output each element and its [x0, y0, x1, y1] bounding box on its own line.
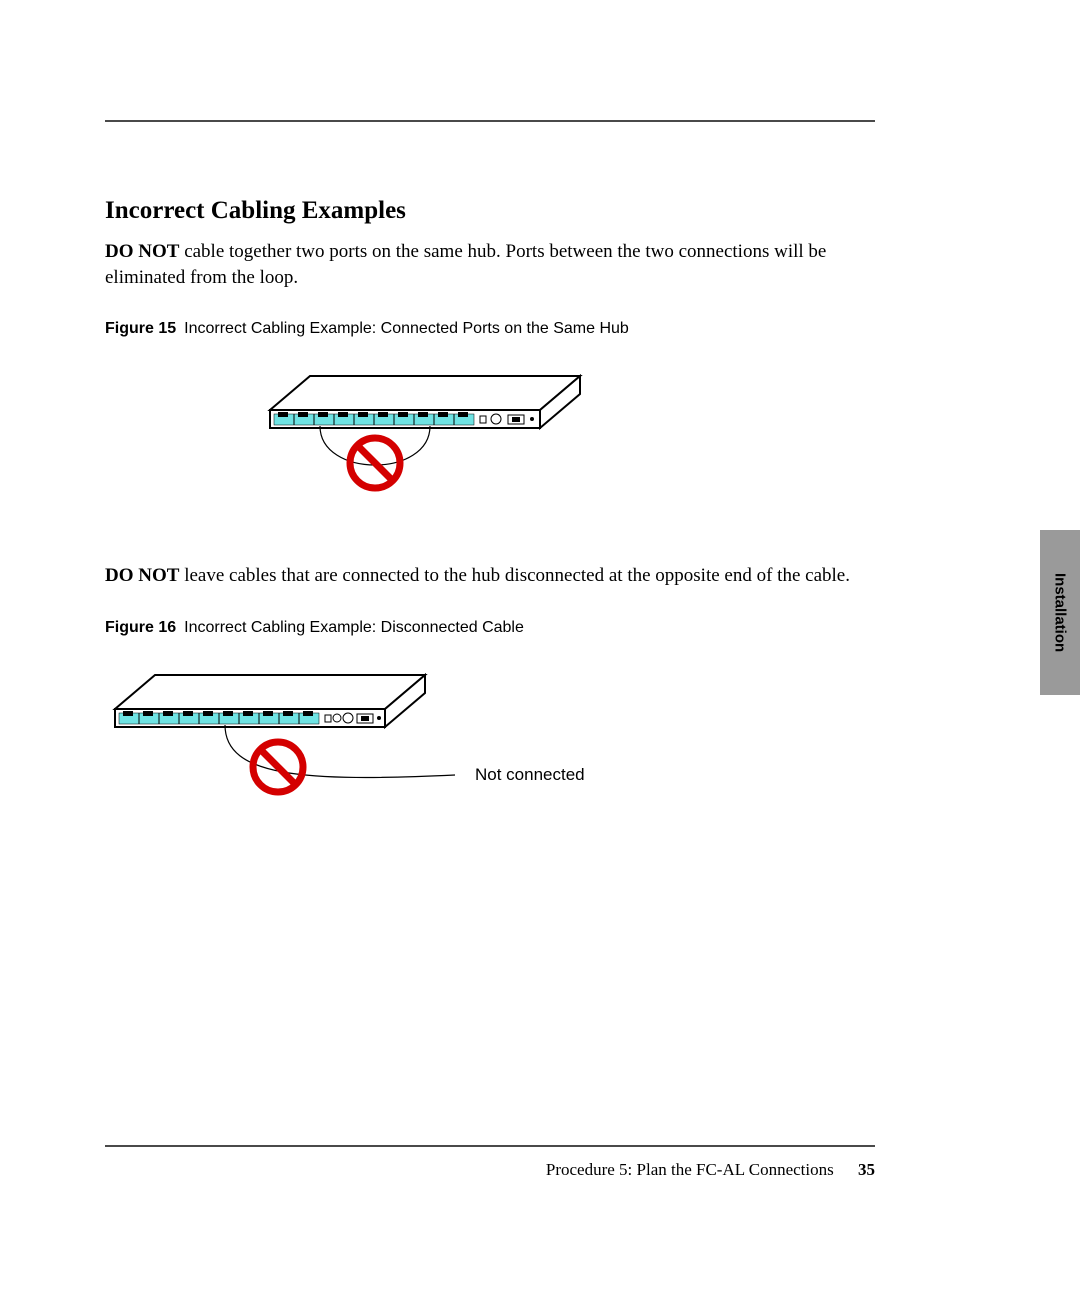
bottom-rule: [105, 1145, 875, 1147]
paragraph-2-lead: DO NOT: [105, 565, 179, 586]
page-footer: Procedure 5: Plan the FC-AL Connections …: [105, 1160, 875, 1180]
section-tab-label: Installation: [1052, 573, 1069, 652]
prohibition-icon: [253, 742, 303, 792]
figure-15-caption: Figure 15 Incorrect Cabling Example: Conn…: [105, 320, 875, 338]
paragraph-1: DO NOT cable together two ports on the s…: [105, 239, 875, 290]
paragraph-2: DO NOT leave cables that are connected t…: [105, 563, 875, 589]
figure-15-label: Figure 15: [105, 320, 176, 337]
figure-16-caption: Figure 16 Incorrect Cabling Example: Disc…: [105, 619, 875, 637]
figure-15-svg: [260, 368, 600, 508]
figure-16: Not connected: [105, 667, 875, 817]
paragraph-2-rest: leave cables that are connected to the h…: [179, 565, 850, 586]
page-content: Incorrect Cabling Examples DO NOT cable …: [105, 120, 875, 872]
footer-page-number: 35: [858, 1160, 875, 1179]
figure-15: [105, 368, 875, 508]
paragraph-1-rest: cable together two ports on the same hub…: [105, 241, 826, 288]
top-rule: [105, 120, 875, 122]
figure-16-annotation: Not connected: [475, 765, 585, 784]
figure-16-label: Figure 16: [105, 619, 176, 636]
section-heading: Incorrect Cabling Examples: [105, 197, 875, 225]
paragraph-1-lead: DO NOT: [105, 241, 179, 262]
figure-16-text: Incorrect Cabling Example: Disconnected …: [184, 619, 524, 636]
figure-16-svg: Not connected: [105, 667, 665, 817]
figure-15-text: Incorrect Cabling Example: Connected Por…: [184, 320, 629, 337]
footer-text: Procedure 5: Plan the FC-AL Connections: [546, 1160, 834, 1179]
section-tab: Installation: [1040, 530, 1080, 695]
